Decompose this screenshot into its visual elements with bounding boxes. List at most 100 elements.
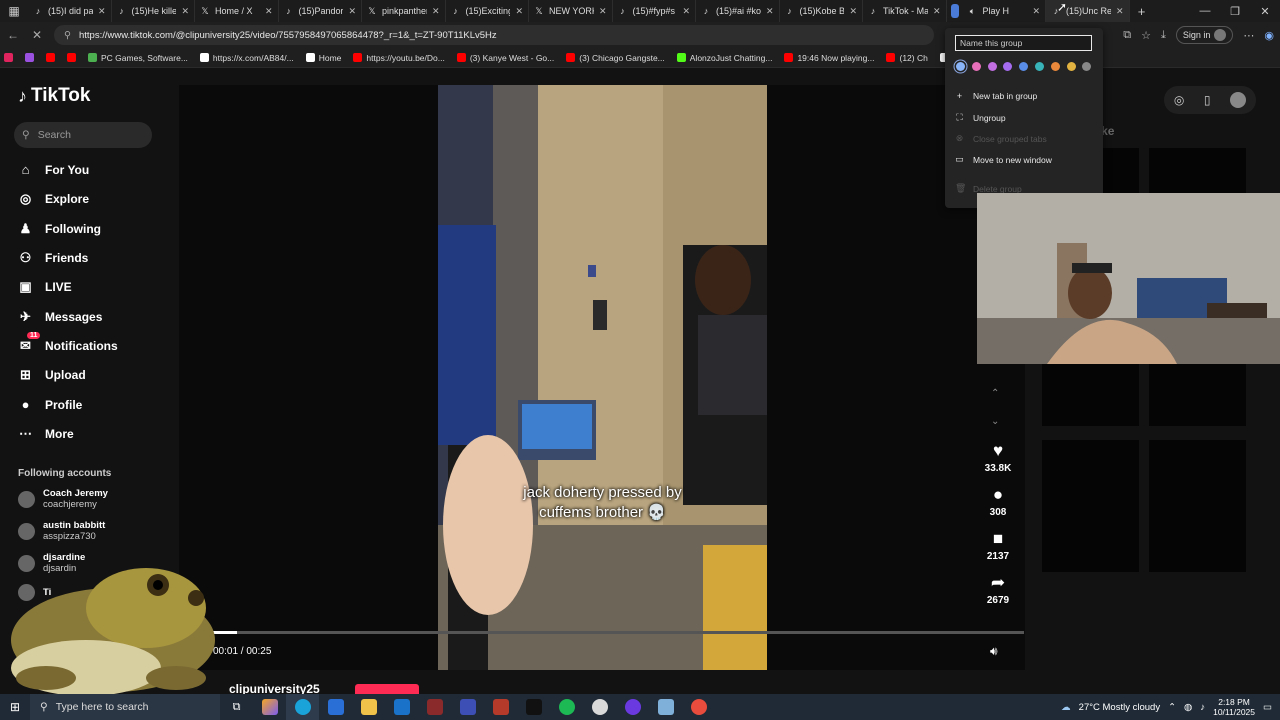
group-color-swatch[interactable] bbox=[987, 62, 997, 71]
nav-item-messages[interactable]: ✈ Messages bbox=[18, 309, 102, 325]
browser-tab[interactable]: ♪ (15)I did pa ✕ bbox=[28, 0, 112, 22]
volume-icon[interactable]: 🔊︎ bbox=[990, 644, 998, 659]
back-icon[interactable]: ← bbox=[6, 28, 20, 42]
close-tab-icon[interactable]: ✕ bbox=[515, 6, 523, 17]
tiktok-logo[interactable]: ♪ TikTok bbox=[18, 85, 90, 107]
bookmark-action[interactable]: ■ 2137 bbox=[983, 529, 1013, 562]
browser-tab[interactable]: ♪ (15)Pandora ✕ bbox=[279, 0, 362, 22]
chrome-app-icon[interactable] bbox=[682, 694, 715, 720]
copilot-app-icon[interactable] bbox=[253, 694, 286, 720]
follow-button[interactable] bbox=[355, 684, 419, 694]
group-color-swatch[interactable] bbox=[1082, 62, 1092, 71]
group-color-swatch[interactable] bbox=[956, 62, 965, 71]
following-account[interactable]: Coach Jeremy coachjeremy bbox=[18, 488, 108, 510]
close-tab-icon[interactable]: ✕ bbox=[682, 6, 690, 17]
bookmark-item[interactable] bbox=[46, 53, 55, 62]
nav-item-for-you[interactable]: ⌂ For You bbox=[18, 162, 90, 177]
task-view-icon[interactable]: ⧉ bbox=[220, 694, 253, 720]
bookmark-item[interactable] bbox=[67, 53, 76, 62]
group-color-swatch[interactable] bbox=[1003, 62, 1013, 71]
app-icon[interactable] bbox=[649, 694, 682, 720]
group-color-swatch[interactable] bbox=[1050, 62, 1060, 71]
group-menu-new-tab-in-group[interactable]: + New tab in group bbox=[955, 91, 1037, 101]
compass-tool-icon[interactable]: ◎ bbox=[1174, 93, 1184, 107]
bookmark-item[interactable]: 19:46 Now playing... bbox=[784, 53, 874, 63]
bookmark-item[interactable]: Home bbox=[305, 53, 341, 63]
group-color-swatch[interactable] bbox=[1066, 62, 1076, 71]
close-tab-icon[interactable]: ✕ bbox=[849, 6, 857, 17]
sign-in-button[interactable]: Sign in bbox=[1175, 26, 1234, 44]
network-icon[interactable]: ◍ bbox=[1184, 702, 1192, 713]
downloads-icon[interactable]: ⤓ bbox=[1161, 29, 1166, 42]
taskbar-search-input[interactable]: ⚲ Type here to search bbox=[30, 694, 220, 720]
close-tab-icon[interactable]: ✕ bbox=[599, 6, 607, 17]
browser-tab[interactable]: 𝕏 Home / X ✕ bbox=[195, 0, 279, 22]
next-video-icon[interactable]: ⌄ bbox=[991, 416, 999, 427]
previous-video-icon[interactable]: ⌃ bbox=[991, 388, 999, 399]
browser-tab[interactable]: 🔈︎ Play H ✕ bbox=[963, 0, 1046, 22]
close-tab-icon[interactable]: ✕ bbox=[348, 6, 356, 17]
nav-item-upload[interactable]: ⊞ Upload bbox=[18, 367, 86, 383]
copilot-icon[interactable]: ◉ bbox=[1264, 29, 1274, 42]
favorites-icon[interactable]: ☆ bbox=[1141, 29, 1151, 42]
bookmark-item[interactable]: (3) Kanye West - Go... bbox=[456, 53, 554, 63]
browser-tab[interactable]: ♪ (15)He kille ✕ bbox=[112, 0, 195, 22]
close-tab-icon[interactable]: ✕ bbox=[1032, 6, 1040, 17]
browser-tab[interactable]: ♪ (15)#fyp#s ✕ bbox=[613, 0, 696, 22]
group-color-swatch[interactable] bbox=[1019, 62, 1029, 71]
weather-text[interactable]: 27°C Mostly cloudy bbox=[1079, 702, 1160, 713]
nav-item-following[interactable]: ♟ Following bbox=[18, 221, 101, 237]
notifications-icon[interactable]: ▭ bbox=[1263, 702, 1272, 713]
close-tab-icon[interactable]: ✕ bbox=[766, 6, 774, 17]
heart-action[interactable]: ♥ 33.8K bbox=[983, 441, 1013, 474]
bookmark-item[interactable]: (12) Ch bbox=[886, 53, 928, 63]
group-color-swatch[interactable] bbox=[1035, 62, 1044, 71]
extensions-icon[interactable]: ⧉ bbox=[1123, 29, 1131, 42]
video-progress-bar[interactable] bbox=[213, 631, 1024, 634]
settings-more-icon[interactable]: ⋯ bbox=[1243, 29, 1254, 42]
close-tab-icon[interactable]: ✕ bbox=[933, 6, 941, 17]
game-app-icon[interactable] bbox=[484, 694, 517, 720]
edge-app-icon[interactable] bbox=[286, 694, 319, 720]
nav-item-profile[interactable]: ● Profile bbox=[18, 397, 83, 412]
bookmark-item[interactable]: https://youtu.be/Do... bbox=[353, 53, 445, 63]
device-icon[interactable]: ▯ bbox=[1204, 93, 1211, 107]
group-menu-ungroup[interactable]: ⛶ Ungroup bbox=[955, 112, 1005, 123]
following-account[interactable]: austin babbitt asspizza730 bbox=[18, 520, 105, 542]
weather-icon[interactable]: ☁ bbox=[1061, 702, 1071, 713]
bookmark-item[interactable]: (3) Chicago Gangste... bbox=[566, 53, 665, 63]
reload-icon[interactable]: ✕ bbox=[30, 28, 44, 42]
address-bar[interactable]: ⚲ https://www.tiktok.com/@clipuniversity… bbox=[54, 25, 934, 45]
restore-icon[interactable]: ❐ bbox=[1220, 5, 1250, 18]
site-info-icon[interactable]: ⚲ bbox=[64, 30, 71, 41]
browser-tab[interactable]: ♪ (15)Kobe Br ✕ bbox=[780, 0, 863, 22]
outlook-app-icon[interactable] bbox=[385, 694, 418, 720]
bookmark-item[interactable] bbox=[25, 53, 34, 62]
windows-start-icon[interactable]: ⊞ bbox=[0, 700, 30, 714]
nav-item-notifications[interactable]: ✉ 11 Notifications bbox=[18, 332, 118, 354]
bookmark-item[interactable]: https://x.com/AB84/... bbox=[199, 53, 294, 63]
app-icon[interactable] bbox=[583, 694, 616, 720]
group-menu-move-to-new-window[interactable]: ▭ Move to new window bbox=[955, 154, 1052, 165]
search-input[interactable]: ⚲ Search bbox=[14, 122, 152, 148]
game-app-icon[interactable] bbox=[418, 694, 451, 720]
video-stage[interactable]: jack doherty pressed by cuffems brother … bbox=[179, 85, 1025, 670]
game-app-icon[interactable] bbox=[451, 694, 484, 720]
close-tab-icon[interactable]: ✕ bbox=[98, 6, 106, 17]
store-app-icon[interactable] bbox=[319, 694, 352, 720]
browser-tab[interactable]: ♪ (15)#ai #ko ✕ bbox=[696, 0, 780, 22]
new-tab-button[interactable]: + bbox=[1130, 4, 1154, 19]
bookmark-item[interactable]: AlonzoJust Chatting... bbox=[676, 53, 772, 63]
browser-tab[interactable]: ♪ TikTok - Ma ✕ bbox=[863, 0, 947, 22]
browser-tab[interactable]: ♪ (15)Exciting ✕ bbox=[446, 0, 529, 22]
nav-item-live[interactable]: ▣ LIVE bbox=[18, 279, 71, 295]
browser-tab[interactable]: 𝕏pinkpanther ✕ bbox=[362, 0, 446, 22]
suggested-thumbnail[interactable] bbox=[1149, 440, 1246, 572]
group-name-input[interactable]: Name this group bbox=[955, 35, 1092, 51]
comment-action[interactable]: ● 308 bbox=[983, 485, 1013, 518]
tab-group-marker[interactable] bbox=[950, 4, 959, 18]
bookmark-item[interactable]: PC Games, Software... bbox=[88, 53, 188, 63]
suggested-thumbnail[interactable] bbox=[1042, 440, 1139, 572]
tab-actions-menu-icon[interactable]: ▦ bbox=[0, 0, 28, 22]
nav-item-explore[interactable]: ◎ Explore bbox=[18, 191, 89, 207]
